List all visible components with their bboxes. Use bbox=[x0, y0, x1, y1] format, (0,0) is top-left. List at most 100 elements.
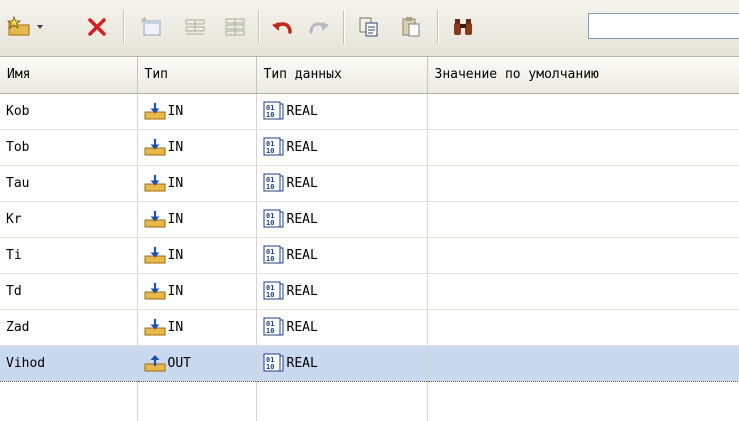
cell-name-text: Tau bbox=[6, 175, 30, 191]
cell-type[interactable]: IN bbox=[137, 93, 257, 130]
delete-x-icon bbox=[88, 18, 106, 36]
cell-default-value[interactable] bbox=[427, 93, 739, 130]
paste-button[interactable] bbox=[396, 12, 426, 42]
svg-text:10: 10 bbox=[266, 255, 274, 263]
empty-table-row[interactable] bbox=[0, 381, 739, 421]
cell-name-text: Td bbox=[6, 283, 22, 299]
add-variable-button[interactable] bbox=[6, 12, 46, 42]
data-type-icon: 0110 bbox=[263, 353, 283, 372]
cell-name[interactable]: Ti bbox=[0, 237, 138, 274]
data-type-icon: 0110 bbox=[263, 245, 283, 264]
cell-data-type[interactable] bbox=[256, 381, 428, 421]
cell-data-type-text: REAL bbox=[286, 283, 318, 299]
copy-button[interactable] bbox=[354, 12, 384, 42]
column-header-default-value[interactable]: Значение по умолчанию bbox=[427, 57, 739, 94]
cell-data-type[interactable]: 01 10 REAL bbox=[256, 237, 428, 274]
cell-name-text: Zad bbox=[6, 319, 30, 335]
cell-name[interactable]: Zad bbox=[0, 309, 138, 346]
cell-default-value[interactable] bbox=[427, 309, 739, 346]
cell-type[interactable]: OUT bbox=[137, 344, 257, 382]
cell-default-value[interactable] bbox=[427, 237, 739, 274]
table-row[interactable]: Tob IN 01 10 REAL bbox=[0, 129, 739, 166]
window-icon bbox=[141, 17, 161, 36]
column-header-type[interactable]: Тип bbox=[137, 57, 257, 94]
cell-name[interactable]: Kr bbox=[0, 201, 138, 238]
table-row[interactable]: Tau IN 01 10 REAL bbox=[0, 165, 739, 202]
cell-data-type-text: REAL bbox=[286, 247, 318, 263]
cell-data-type-text: REAL bbox=[286, 139, 318, 155]
data-type-icon: 0110 bbox=[263, 101, 283, 120]
cell-type-text: IN bbox=[167, 283, 184, 299]
svg-text:10: 10 bbox=[266, 147, 274, 155]
cell-data-type-text: REAL bbox=[286, 319, 318, 335]
svg-text:10: 10 bbox=[266, 183, 274, 191]
cell-default-value[interactable] bbox=[427, 344, 739, 382]
cell-data-type[interactable]: 01 10 REAL bbox=[256, 129, 428, 166]
cell-data-type-text: REAL bbox=[286, 175, 318, 191]
input-arrow-icon bbox=[144, 247, 165, 264]
cell-name[interactable]: Td bbox=[0, 273, 138, 310]
table-row[interactable]: Td IN 01 10 REAL bbox=[0, 273, 739, 310]
cell-data-type[interactable]: 01 10 REAL bbox=[256, 309, 428, 346]
cell-type[interactable]: IN bbox=[137, 273, 257, 310]
star-folder-icon bbox=[6, 15, 43, 36]
cell-name[interactable]: Tob bbox=[0, 129, 138, 166]
svg-text:10: 10 bbox=[266, 291, 274, 299]
redo-button[interactable] bbox=[303, 12, 333, 42]
cell-type-text: IN bbox=[167, 211, 184, 227]
copy-icon bbox=[359, 17, 378, 37]
table-row[interactable]: Ti IN 01 10 REAL bbox=[0, 237, 739, 274]
column-header-name[interactable]: Имя bbox=[0, 57, 138, 94]
cell-data-type-text: REAL bbox=[286, 103, 318, 119]
cell-default-value[interactable] bbox=[427, 165, 739, 202]
cell-data-type-text: REAL bbox=[286, 211, 318, 227]
cell-data-type[interactable]: 01 10 REAL bbox=[256, 93, 428, 130]
cell-type-text: OUT bbox=[167, 355, 191, 371]
table-row[interactable]: Zad IN 01 10 REAL bbox=[0, 309, 739, 346]
cell-type[interactable]: IN bbox=[137, 309, 257, 346]
find-button[interactable] bbox=[448, 12, 478, 42]
cell-default-value[interactable] bbox=[427, 129, 739, 166]
svg-text:10: 10 bbox=[266, 111, 274, 119]
cell-name[interactable]: Tau bbox=[0, 165, 138, 202]
toolbar bbox=[0, 0, 739, 57]
cell-data-type[interactable]: 01 10 REAL bbox=[256, 344, 428, 382]
cell-default-value[interactable] bbox=[427, 201, 739, 238]
data-type-icon: 0110 bbox=[263, 137, 283, 156]
cell-type-text: IN bbox=[167, 103, 184, 119]
table-row[interactable]: Kob IN 01 10 REAL bbox=[0, 93, 739, 130]
grid-append-button[interactable] bbox=[220, 12, 250, 42]
grid-insert-button[interactable] bbox=[180, 12, 210, 42]
svg-text:10: 10 bbox=[266, 363, 274, 371]
cell-name[interactable]: Kob bbox=[0, 93, 138, 130]
cell-name[interactable] bbox=[0, 381, 138, 421]
cell-name-text: Vihod bbox=[6, 355, 46, 371]
window-button[interactable] bbox=[136, 12, 166, 42]
cell-default-value[interactable] bbox=[427, 381, 739, 421]
cell-data-type[interactable]: 01 10 REAL bbox=[256, 165, 428, 202]
search-input[interactable] bbox=[588, 13, 739, 39]
input-arrow-icon bbox=[144, 139, 165, 156]
cell-type[interactable]: IN bbox=[137, 237, 257, 274]
input-arrow-icon bbox=[144, 103, 165, 120]
cell-default-value[interactable] bbox=[427, 273, 739, 310]
cell-type[interactable]: IN bbox=[137, 129, 257, 166]
cell-type[interactable]: IN bbox=[137, 165, 257, 202]
cell-data-type[interactable]: 01 10 REAL bbox=[256, 273, 428, 310]
delete-button[interactable] bbox=[82, 12, 112, 42]
table-row[interactable]: Vihod OUT 01 10 REAL bbox=[0, 344, 739, 382]
table-row[interactable]: Kr IN 01 10 REAL bbox=[0, 201, 739, 238]
variables-table: Имя Тип Тип данных Значение по умолчанию… bbox=[0, 57, 739, 421]
undo-button[interactable] bbox=[268, 12, 298, 42]
cell-data-type[interactable]: 01 10 REAL bbox=[256, 201, 428, 238]
grid-insert-icon bbox=[185, 19, 205, 35]
column-header-data-type[interactable]: Тип данных bbox=[256, 57, 428, 94]
cell-data-type-text: REAL bbox=[286, 355, 318, 371]
undo-icon bbox=[272, 22, 292, 34]
cell-type[interactable]: IN bbox=[137, 201, 257, 238]
paste-icon bbox=[402, 17, 420, 37]
data-type-icon: 0110 bbox=[263, 209, 283, 228]
cell-type[interactable] bbox=[137, 381, 257, 421]
cell-name[interactable]: Vihod bbox=[0, 344, 138, 382]
cell-type-text: IN bbox=[167, 175, 184, 191]
